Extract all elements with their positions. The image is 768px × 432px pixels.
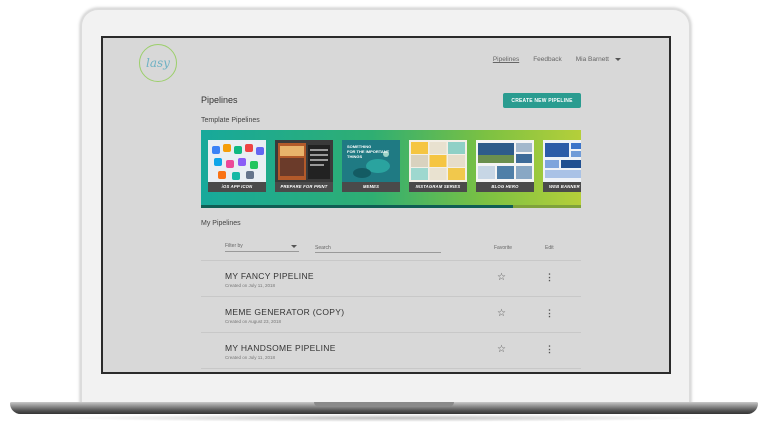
my-pipelines-heading: My Pipelines <box>201 220 241 227</box>
template-pipelines-heading: Template Pipelines <box>201 117 260 124</box>
template-card-blog-hero[interactable]: BLOG HERO <box>476 140 534 192</box>
pipeline-created-date: Created on July 11, 2018 <box>225 283 275 288</box>
pipeline-row-divider <box>201 368 581 372</box>
ios-app-icons-thumbnail <box>208 140 266 182</box>
template-card-instagram-series[interactable]: INSTAGRAM SERIES <box>409 140 467 192</box>
template-caption: WEB BANNER <box>543 182 581 192</box>
template-caption: MEMES <box>342 182 400 192</box>
filter-label: Filter by <box>225 243 243 249</box>
web-banner-thumbnail <box>543 140 581 182</box>
page-title: Pipelines <box>201 95 238 105</box>
pipeline-name: MEME GENERATOR (COPY) <box>225 307 345 317</box>
star-icon[interactable]: ☆ <box>497 345 506 355</box>
more-options-icon[interactable]: ⋮ <box>545 308 554 318</box>
blog-hero-thumbnail <box>476 140 534 182</box>
laptop-shadow <box>50 414 718 422</box>
pipeline-created-date: Created on July 11, 2018 <box>225 355 275 360</box>
filter-dropdown[interactable]: Filter by <box>225 243 299 252</box>
template-caption: INSTAGRAM SERIES <box>409 182 467 192</box>
more-options-icon[interactable]: ⋮ <box>545 344 554 354</box>
app-logo[interactable]: lasy <box>139 44 177 82</box>
chevron-down-icon <box>615 57 621 61</box>
nav-pipelines-link[interactable]: Pipelines <box>493 56 519 63</box>
carousel-scroll-track[interactable] <box>513 205 581 208</box>
pipeline-name: MY FANCY PIPELINE <box>225 271 314 281</box>
pipeline-name: MY HANDSOME PIPELINE <box>225 343 336 353</box>
star-icon[interactable]: ☆ <box>497 273 506 283</box>
create-new-pipeline-button[interactable]: CREATE NEW PIPELINE <box>503 93 581 108</box>
laptop-notch <box>314 402 454 407</box>
top-nav: Pipelines Feedback Mia Barnett <box>493 56 621 63</box>
pipeline-created-date: Created on August 23, 2018 <box>225 319 282 324</box>
pipeline-row[interactable]: MEME GENERATOR (COPY) Created on August … <box>201 296 581 333</box>
user-name: Mia Barnett <box>575 56 609 63</box>
pipeline-row[interactable]: MY FANCY PIPELINE Created on July 11, 20… <box>201 260 581 297</box>
template-carousel: iOS APP ICON PREPARE FOR PRINT SOMETHING… <box>201 130 581 208</box>
template-card-memes[interactable]: SOMETHING FOR THE IMPORTANT THINGS MEMES <box>342 140 400 192</box>
print-magazine-thumbnail <box>275 140 333 182</box>
template-card-web-banner[interactable]: WEB BANNER <box>543 140 581 192</box>
template-caption: iOS APP ICON <box>208 182 266 192</box>
nav-feedback-link[interactable]: Feedback <box>533 56 562 63</box>
search-input[interactable] <box>315 243 441 253</box>
carousel-scroll-thumb[interactable] <box>201 205 513 208</box>
user-menu[interactable]: Mia Barnett <box>576 56 621 63</box>
edit-column-header: Edit <box>545 245 554 251</box>
favorite-column-header: Favorite <box>494 245 513 251</box>
meme-overlay-text: SOMETHING FOR THE IMPORTANT THINGS <box>347 144 390 159</box>
screen: lasy Pipelines Feedback Mia Barnett Pipe… <box>103 38 669 372</box>
logo-text: lasy <box>146 56 170 70</box>
more-options-icon[interactable]: ⋮ <box>545 272 554 282</box>
chevron-down-icon <box>291 245 297 248</box>
template-caption: PREPARE FOR PRINT <box>275 182 333 192</box>
template-caption: BLOG HERO <box>476 182 534 192</box>
star-icon[interactable]: ☆ <box>497 309 506 319</box>
instagram-grid-thumbnail <box>409 140 467 182</box>
pipeline-row[interactable]: MY HANDSOME PIPELINE Created on July 11,… <box>201 332 581 369</box>
template-card-prepare-for-print[interactable]: PREPARE FOR PRINT <box>275 140 333 192</box>
template-card-ios-app-icon[interactable]: iOS APP ICON <box>208 140 266 192</box>
